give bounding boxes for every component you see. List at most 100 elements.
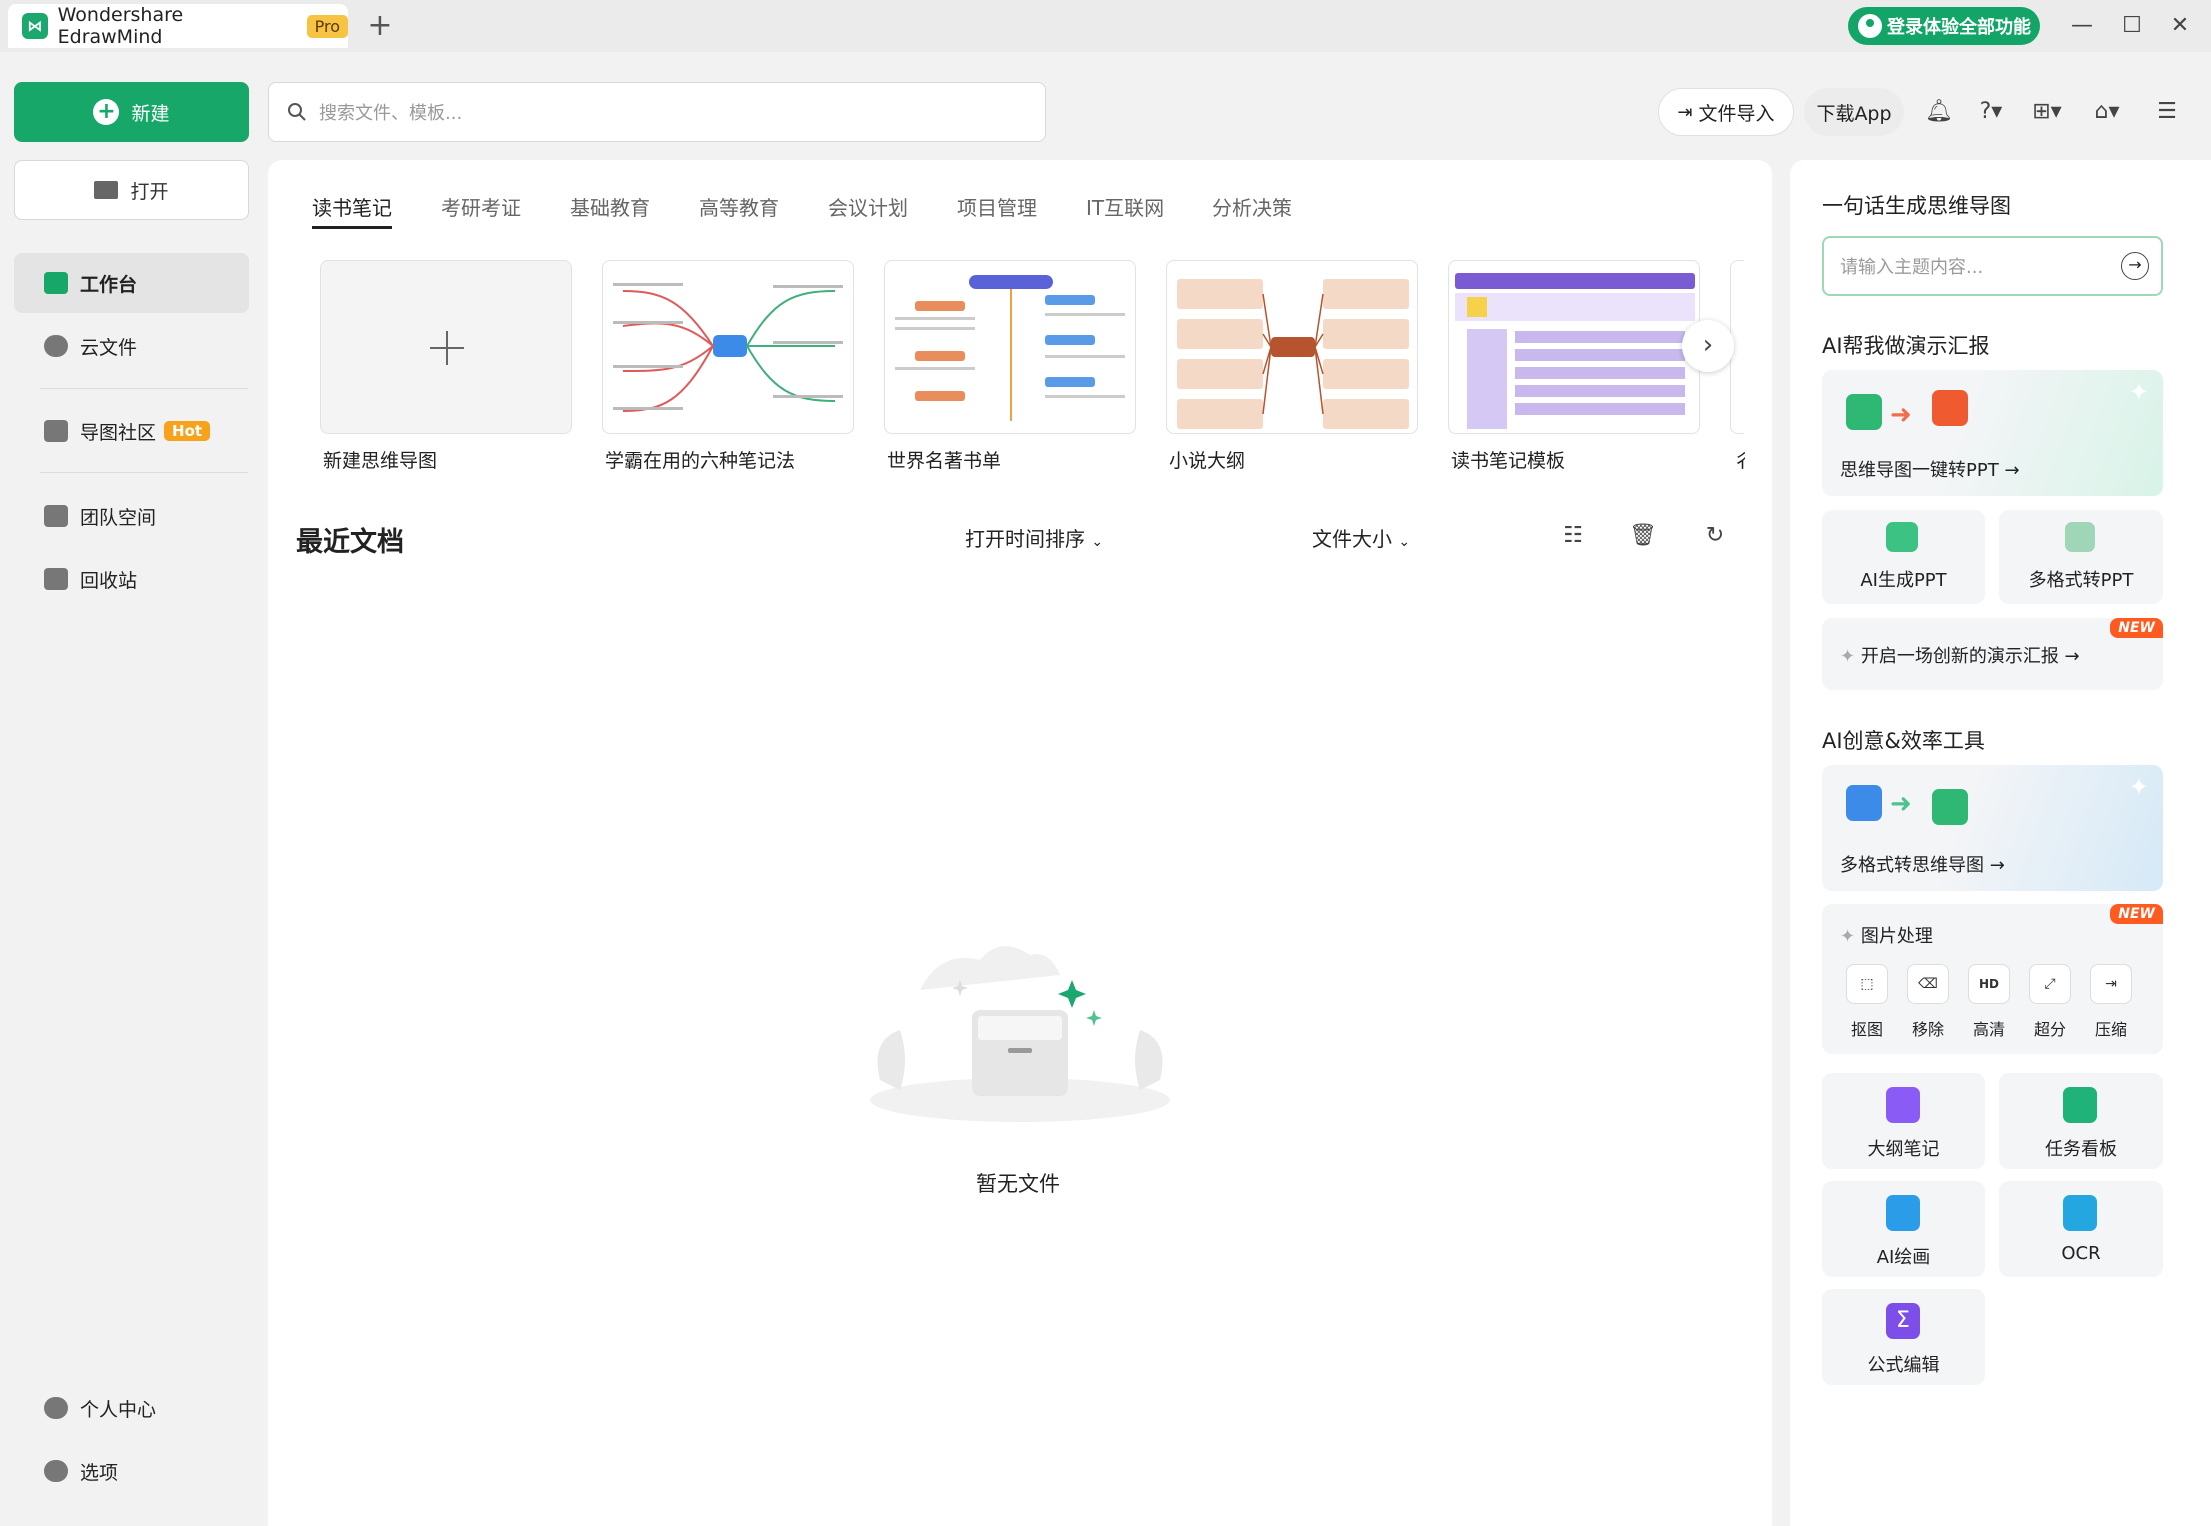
- tab-meeting[interactable]: 会议计划: [828, 192, 908, 221]
- template-card-thumbnail[interactable]: [602, 260, 854, 434]
- ocr-card[interactable]: OCR: [1999, 1181, 2163, 1277]
- sigma-icon: Σ: [1886, 1303, 1920, 1339]
- sidebar-divider: [40, 472, 248, 473]
- ai-drawing-label: AI绘画: [1876, 1247, 1931, 1268]
- template-label: 世界名著书单: [887, 450, 1002, 472]
- sidebar-item-recycle[interactable]: 回收站: [14, 549, 249, 609]
- presentation-card[interactable]: ✦ 开启一场创新的演示汇报 → NEW: [1822, 618, 2163, 690]
- sort-size-dropdown[interactable]: 文件大小 ⌄: [1312, 523, 1410, 552]
- sidebar-item-label: 导图社区: [80, 421, 157, 444]
- task-board-card[interactable]: 任务看板: [1999, 1073, 2163, 1169]
- trash-icon[interactable]: 🗑︎: [1626, 520, 1660, 552]
- download-app-button[interactable]: 下载App: [1804, 88, 1904, 136]
- hd-icon[interactable]: HD: [1968, 964, 2010, 1004]
- sidebar-item-profile[interactable]: 个人中心: [14, 1378, 249, 1438]
- upscale-icon[interactable]: ⤢: [2029, 964, 2071, 1004]
- template-card-thumbnail[interactable]: [1448, 260, 1700, 434]
- tab-project[interactable]: 项目管理: [957, 192, 1037, 221]
- compress-icon[interactable]: ⇥: [2090, 964, 2132, 1004]
- refresh-icon[interactable]: ↻: [1698, 520, 1732, 552]
- image-processing-label: ✦ 图片处理: [1840, 926, 1933, 947]
- sort-time-dropdown[interactable]: 打开时间排序 ⌄: [965, 523, 1103, 552]
- ai-ppt-label: AI生成PPT: [1860, 570, 1947, 591]
- outline-notes-card[interactable]: 大纲笔记: [1822, 1073, 1985, 1169]
- tab-higher-education[interactable]: 高等教育: [699, 192, 779, 221]
- search-box[interactable]: 搜索文件、模板...: [268, 82, 1046, 142]
- new-tab-button[interactable]: +: [362, 8, 398, 43]
- multi-format-ppt-card[interactable]: 多格式转PPT: [1999, 510, 2163, 604]
- sort-size-label: 文件大小: [1312, 527, 1392, 551]
- tab-reading-notes[interactable]: 读书笔记: [312, 192, 392, 221]
- user-icon: [1858, 14, 1882, 38]
- tab-exam[interactable]: 考研考证: [441, 192, 521, 221]
- template-card-new[interactable]: [320, 260, 572, 434]
- ai-ppt-card[interactable]: AI生成PPT: [1822, 510, 1985, 604]
- template-card-thumbnail[interactable]: [1166, 260, 1418, 434]
- sidebar-item-workbench[interactable]: 工作台: [14, 253, 249, 313]
- tab-analysis[interactable]: 分析决策: [1212, 192, 1292, 221]
- app-tab[interactable]: ⋈ Wondershare EdrawMind Pro: [8, 4, 348, 48]
- ai-drawing-card[interactable]: AI绘画: [1822, 1181, 1985, 1277]
- doc-file-icon: [1846, 785, 1882, 821]
- multi-format-mindmap-card[interactable]: ➜ 多格式转思维导图 → ✦: [1822, 765, 2163, 891]
- tab-basic-education[interactable]: 基础教育: [570, 192, 650, 221]
- open-label: 打开: [130, 180, 169, 203]
- apps-icon[interactable]: ⊞▾: [2030, 96, 2064, 128]
- pro-badge: Pro: [306, 14, 348, 38]
- maximize-button[interactable]: ☐: [2108, 6, 2156, 46]
- mindmap-thumbnail: [1455, 273, 1695, 429]
- mindmap-to-ppt-card[interactable]: ➜ 思维导图一键转PPT → ✦: [1822, 370, 2163, 496]
- ai-drawing-icon: [1886, 1195, 1920, 1231]
- tab-it[interactable]: IT互联网: [1086, 192, 1164, 221]
- help-icon[interactable]: ?▾: [1974, 96, 2008, 128]
- bell-icon[interactable]: 🔔︎: [1922, 96, 1956, 128]
- sidebar-item-label: 团队空间: [80, 506, 157, 529]
- plus-icon: +: [93, 99, 120, 125]
- next-arrow-button[interactable]: ›: [1682, 320, 1734, 372]
- template-label: 彳: [1733, 450, 1745, 472]
- plus-icon: [430, 331, 464, 365]
- multi-format-mindmap-label: 多格式转思维导图 →: [1840, 855, 2005, 876]
- new-badge: NEW: [2110, 904, 2163, 924]
- empty-box-illustration: [870, 946, 1170, 1122]
- close-button[interactable]: ✕: [2156, 6, 2204, 46]
- mindmap-thumbnail: [895, 275, 1125, 421]
- sidebar-item-community[interactable]: 导图社区 Hot: [14, 401, 249, 461]
- sidebar-item-cloud[interactable]: 云文件: [14, 316, 249, 376]
- mindmap-file-icon: [1932, 789, 1968, 825]
- arrow-icon: ➜: [1890, 789, 1912, 819]
- sidebar-item-label: 工作台: [80, 273, 138, 296]
- multi-format-ppt-label: 多格式转PPT: [2028, 570, 2134, 591]
- open-button[interactable]: 打开: [14, 160, 249, 220]
- hd-label: 高清: [1972, 1020, 2005, 1039]
- mindmap-to-ppt-label: 思维导图一键转PPT →: [1840, 460, 2020, 481]
- import-icon: ⇥: [1677, 101, 1693, 123]
- search-input[interactable]: 搜索文件、模板...: [319, 99, 462, 125]
- minimize-button[interactable]: —: [2058, 6, 2106, 46]
- collapse-panel-icon[interactable]: ☰: [2150, 96, 2184, 128]
- theme-icon[interactable]: ⌂▾: [2090, 96, 2124, 128]
- outline-notes-label: 大纲笔记: [1867, 1139, 1940, 1160]
- template-card-thumbnail[interactable]: [884, 260, 1136, 434]
- formula-editor-card[interactable]: Σ 公式编辑: [1822, 1289, 1985, 1385]
- list-view-icon[interactable]: ☷: [1556, 520, 1590, 552]
- sparkle-icon: ✦: [1840, 646, 1856, 667]
- eraser-icon[interactable]: ⌫: [1907, 964, 1949, 1004]
- template-label: 读书笔记模板: [1451, 450, 1566, 472]
- sidebar-item-options[interactable]: 选项: [14, 1441, 249, 1501]
- sort-time-label: 打开时间排序: [965, 527, 1085, 551]
- arrow-right-icon[interactable]: →: [2121, 252, 2149, 280]
- sidebar-item-team[interactable]: 团队空间: [14, 486, 249, 546]
- search-icon: [288, 103, 306, 121]
- trash-icon: [44, 568, 68, 590]
- ai-generate-title: 一句话生成思维导图: [1822, 194, 2011, 218]
- cutout-icon[interactable]: ⬚: [1846, 964, 1888, 1004]
- cloud-icon: [44, 335, 68, 357]
- topic-input-placeholder: 请输入主题内容...: [1840, 257, 1984, 278]
- topic-input[interactable]: 请输入主题内容... →: [1822, 236, 2163, 296]
- active-tab-underline: [312, 226, 392, 229]
- formula-editor-label: 公式编辑: [1867, 1355, 1940, 1376]
- import-button[interactable]: ⇥ 文件导入: [1658, 88, 1794, 136]
- login-button[interactable]: 登录体验全部功能: [1848, 7, 2040, 45]
- new-button[interactable]: + 新建: [14, 82, 249, 142]
